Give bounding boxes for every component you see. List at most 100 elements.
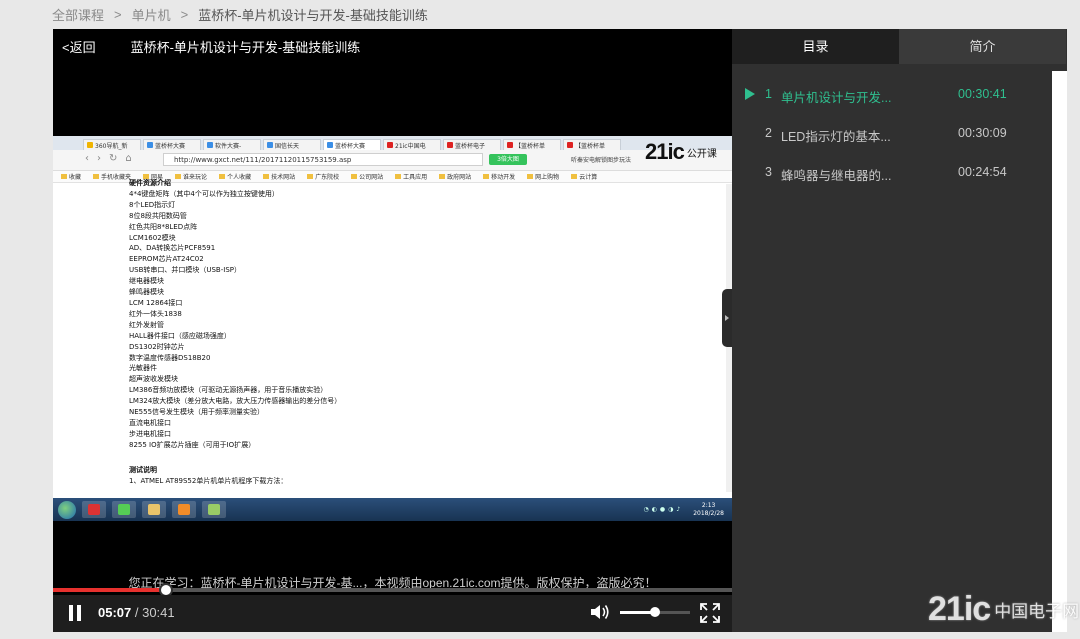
pause-button[interactable] — [68, 605, 82, 621]
play-icon — [745, 88, 755, 100]
sidebar-tabs: 目录 简介 — [732, 29, 1067, 64]
clock-time: 2:13 — [701, 501, 716, 509]
tab-catalog[interactable]: 目录 — [732, 29, 899, 64]
player-controls: 05:07 / 30:41 — [53, 595, 732, 632]
browser-tab: 蓝桥杯电子 — [443, 139, 501, 150]
browser-tab-label: 蓝桥杯电子 — [455, 142, 486, 150]
browser-tab: 国信长天 — [263, 139, 321, 150]
lesson-title: LED指示灯的基本... — [781, 130, 891, 144]
time-separator: / — [131, 605, 143, 620]
browser-zoom-badge: 3倍大图 — [489, 154, 527, 165]
breadcrumb: 全部课程 > 单片机 > 蓝桥杯-单片机设计与开发-基础技能训练 — [0, 0, 1080, 29]
spec-line: DS1302时钟芯片 — [129, 342, 185, 351]
playlist-item[interactable]: 1 单片机设计与开发... 00:30:41 — [732, 74, 1052, 113]
spec-line: 数字温度传感器DS18B20 — [129, 353, 211, 362]
system-tray: ◔◐●◑♪ 2:13 2018/2/28 — [643, 502, 724, 518]
spec-line: 4*4键盘矩阵（其中4个可以作为独立按键使用） — [129, 189, 279, 198]
section-title: 测试说明 — [129, 465, 157, 474]
tab-favicon-icon — [207, 142, 213, 148]
course-sidebar: 目录 简介 1 单片机设计与开发... 00:30:41 2 LED指示灯的基本… — [732, 29, 1067, 632]
volume-handle[interactable] — [650, 607, 660, 617]
browser-tab-label: 21ic中国电 — [395, 142, 426, 150]
lesson-title: 蜂鸣器与继电器的... — [781, 169, 892, 183]
breadcrumb-separator: > — [180, 7, 189, 22]
taskbar-app-icon — [82, 501, 106, 518]
player-header: <返回 蓝桥杯-单片机设计与开发-基础技能训练 — [53, 29, 732, 63]
section-line: 1、ATMEL AT89S52单片机单片机程序下载方法： — [129, 476, 288, 485]
logo-number: 21ic — [645, 139, 685, 164]
sidebar-scrollbar[interactable] — [1052, 71, 1067, 632]
back-button[interactable]: <返回 — [62, 37, 96, 56]
browser-nav-icons: ‹›↻⌂ — [85, 153, 140, 164]
browser-search-hint: 听秦安电解锁图步玩法 — [571, 157, 632, 164]
spec-line: NE555信号发生模块（用于频率测量实验） — [129, 408, 265, 417]
progress-fill — [53, 588, 167, 592]
browser-tab: 蓝桥杯大赛 — [143, 139, 201, 150]
browser-tab: 蓝桥杯大赛 — [323, 139, 381, 150]
spec-line: 继电器模块 — [129, 277, 164, 286]
watermark-number: 21ic — [928, 590, 991, 628]
fullscreen-icon[interactable] — [699, 602, 721, 624]
spec-line: 超声波收发模块 — [129, 375, 178, 384]
tab-favicon-icon — [267, 142, 273, 148]
browser-tab-label: 360导航_新 — [95, 142, 128, 150]
lesson-index: 2 — [765, 126, 772, 140]
spec-line: 红外一体头1838 — [129, 309, 182, 318]
lesson-duration: 00:30:09 — [958, 126, 1007, 140]
browser-tab-label: 国信长天 — [275, 142, 300, 150]
spec-line: 8位8段共阳数码管 — [129, 211, 187, 220]
windows-start-icon — [58, 500, 76, 519]
playlist: 1 单片机设计与开发... 00:30:41 2 LED指示灯的基本... 00… — [732, 74, 1052, 191]
tab-favicon-icon — [387, 142, 393, 148]
logo-subtitle: 公开课 — [686, 148, 717, 160]
browser-tab: 21ic中国电 — [383, 139, 441, 150]
tray-icons: ◔◐●◑♪ — [643, 506, 684, 513]
spec-line: LM324放大模块（差分放大电路，放大压力传感器输出的差分信号） — [129, 397, 342, 406]
volume-slider[interactable] — [620, 607, 690, 617]
tab-favicon-icon — [327, 142, 333, 148]
windows-taskbar: ◔◐●◑♪ 2:13 2018/2/28 — [53, 498, 732, 521]
tray-clock: 2:13 2018/2/28 — [693, 502, 724, 518]
volume-icon[interactable] — [589, 602, 611, 622]
progress-bar[interactable] — [53, 583, 732, 597]
time-display: 05:07 / 30:41 — [98, 605, 175, 620]
tab-favicon-icon — [87, 142, 93, 148]
browser-tab: 【蓝桥杯单 — [563, 139, 621, 150]
spec-line: 光敏器件 — [129, 364, 157, 373]
tab-favicon-icon — [507, 142, 513, 148]
spec-line: 蜂鸣器模块 — [129, 288, 164, 297]
spec-line: 硬件资源介绍 — [129, 179, 171, 187]
browser-tab: 360导航_新 — [83, 139, 141, 150]
breadcrumb-all-courses[interactable]: 全部课程 — [52, 5, 104, 24]
watermark-text: 中国电子网 — [994, 602, 1080, 621]
clock-date: 2018/2/28 — [693, 509, 724, 517]
taskbar-app-icon — [112, 501, 136, 518]
video-title: 蓝桥杯-单片机设计与开发-基础技能训练 — [130, 39, 361, 55]
spec-line: 红外发射管 — [129, 320, 164, 329]
bookmark-item: 收藏 — [61, 172, 81, 181]
spec-line: 8个LED指示灯 — [129, 200, 176, 209]
spec-line: AD、DA转换芯片PCF8591 — [129, 244, 216, 253]
tab-intro[interactable]: 简介 — [899, 29, 1066, 64]
video-player[interactable]: <返回 蓝桥杯-单片机设计与开发-基础技能训练 360导航_新 蓝桥杯大赛 软件大赛… — [53, 29, 732, 632]
lesson-title: 单片机设计与开发... — [781, 91, 892, 105]
browser-address-bar: ‹›↻⌂ http://www.gxct.net/111/20171120115… — [53, 150, 732, 171]
tab-favicon-icon — [147, 142, 153, 148]
playlist-item[interactable]: 3 蜂鸣器与继电器的... 00:24:54 — [732, 152, 1052, 191]
spec-line: 直流电机接口 — [129, 418, 171, 427]
browser-url: http://www.gxct.net/111/2017112011575315… — [163, 153, 483, 166]
playlist-item[interactable]: 2 LED指示灯的基本... 00:30:09 — [732, 113, 1052, 152]
taskbar-app-icon — [202, 501, 226, 518]
browser-tab-label: 【蓝桥杯单 — [515, 142, 546, 150]
total-duration: 30:41 — [142, 605, 175, 620]
spec-line: LCM1602模块 — [129, 233, 176, 242]
browser-tab-label: 软件大赛- — [215, 142, 242, 150]
current-time: 05:07 — [98, 605, 132, 620]
spec-line: 步进电机接口 — [129, 429, 171, 438]
taskbar-app-icon — [172, 501, 196, 518]
lesson-index: 1 — [765, 87, 772, 101]
spec-line: LM386音频功放模块（可驱动无源扬声器，用于音乐播放实验） — [129, 386, 328, 395]
breadcrumb-separator: > — [114, 7, 122, 22]
breadcrumb-mcu[interactable]: 单片机 — [132, 5, 171, 24]
